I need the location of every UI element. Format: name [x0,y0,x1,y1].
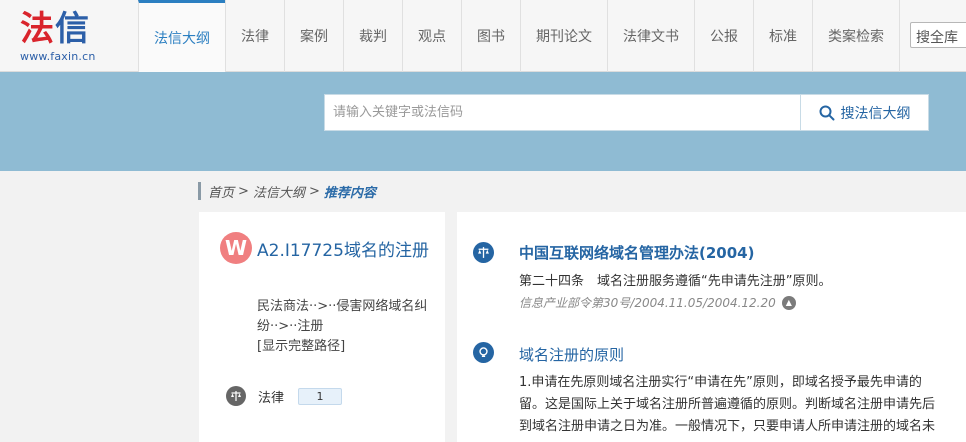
result-snippet: 留。这是国际上关于域名注册所普遍遵循的原则。判断域名注册申请先后 [519,397,936,412]
breadcrumb-outline[interactable]: 法信大纲 [253,182,305,201]
main-nav: 法信大纲 法律 案例 裁判 观点 图书 期刊论文 法律文书 公报 标准 类案检索 [138,0,900,72]
nav-item-journals[interactable]: 期刊论文 [520,0,607,72]
search-button[interactable]: 搜法信大纲 [800,95,928,130]
result-title-link[interactable]: 中国互联网络域名管理办法(2004) [519,242,754,263]
breadcrumb-home[interactable]: 首页 [208,182,234,201]
scale-icon [473,242,494,263]
category-count-badge: 1 [298,387,343,405]
search-input[interactable] [325,95,800,130]
category-filter-law[interactable]: 法律 1 [226,386,343,406]
nav-item-law[interactable]: 法律 [225,0,284,72]
result-title-link[interactable]: 域名注册的原则 [519,344,624,365]
validity-icon: ▲ [781,295,796,310]
top-navigation-bar: 法信 www.faxin.cn 法信大纲 法律 案例 裁判 观点 图书 期刊论文… [0,0,966,72]
result-snippet: 第二十四条 域名注册服务遵循“先申请先注册”原则。 [519,274,832,289]
faxin-logo[interactable]: 法信 www.faxin.cn [20,10,120,65]
outline-w-icon: W [220,232,252,264]
outline-path-line: 民法商法··>··侵害网络域名纠 [257,299,428,314]
search-box: 搜法信大纲 [324,94,929,131]
show-full-path-link[interactable]: [显示完整路径] [257,337,443,357]
nav-item-judgments[interactable]: 裁判 [343,0,402,72]
logo-mark: 法信 [20,9,90,49]
nav-item-faxin-outline[interactable]: 法信大纲 [138,0,225,72]
breadcrumb: 首页 > 法信大纲 > 推荐内容 [198,182,376,201]
breadcrumb-separator: > [238,183,249,199]
search-button-label: 搜法信大纲 [840,105,911,122]
outline-info-panel: W A2.I17725域名的注册 民法商法··>··侵害网络域名纠 纷··>··… [199,212,445,442]
nav-item-standards[interactable]: 标准 [753,0,812,72]
nav-item-gazette[interactable]: 公报 [694,0,753,72]
result-meta-text: 信息产业部令第30号/2004.11.05/2004.12.20 [519,296,776,310]
search-all-input[interactable]: 搜全库 [910,22,966,48]
outline-path-line: 纷··>··注册 [257,319,324,334]
breadcrumb-current: 推荐内容 [323,185,376,201]
outline-path: 民法商法··>··侵害网络域名纠 纷··>··注册 [显示完整路径] [257,297,443,357]
results-panel: 中国互联网络域名管理办法(2004) 第二十四条 域名注册服务遵循“先申请先注册… [457,212,966,442]
nav-item-legal-documents[interactable]: 法律文书 [607,0,694,72]
nav-item-opinions[interactable]: 观点 [402,0,461,72]
search-banner: 搜法信大纲 [0,72,966,171]
search-icon [819,105,834,120]
nav-item-similar-case-search[interactable]: 类案检索 [812,0,900,72]
logo-url: www.faxin.cn [20,50,96,63]
category-label: 法律 [258,390,285,406]
result-meta: 信息产业部令第30号/2004.11.05/2004.12.20 ▲ [519,294,796,311]
scale-icon [226,386,246,406]
outline-title: A2.I17725域名的注册 [257,241,429,261]
bulb-icon [473,342,494,363]
breadcrumb-separator: > [308,183,320,199]
result-snippet: 1.申请在先原则域名注册实行“申请在先”原则，即域名授予最先申请的 [519,375,922,390]
result-snippet: 到域名注册申请之日为准。一般情况下，只要申请人所申请注册的域名未 [519,419,936,434]
nav-item-cases[interactable]: 案例 [284,0,343,72]
nav-item-books[interactable]: 图书 [461,0,520,72]
